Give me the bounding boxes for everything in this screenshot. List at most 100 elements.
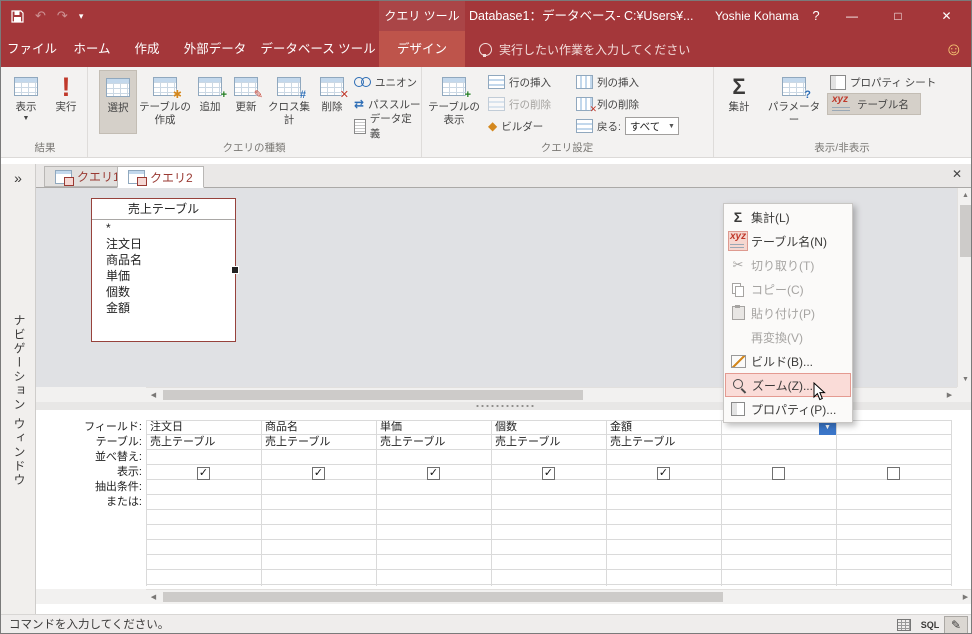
- field-item[interactable]: 商品名: [92, 252, 235, 268]
- show-checkbox[interactable]: [657, 467, 670, 480]
- nav-pane-title[interactable]: ナビゲーション ウィンドウ: [11, 314, 28, 487]
- sql-view-label: SQL: [920, 620, 940, 630]
- table-cell[interactable]: 売上テーブル: [261, 435, 373, 450]
- tab-create[interactable]: 作成: [121, 31, 173, 67]
- redo-icon[interactable]: ↷: [57, 8, 68, 24]
- resize-handle[interactable]: [231, 266, 239, 274]
- menu-item-properties[interactable]: プロパティ(P)...: [725, 397, 851, 421]
- show-checkbox[interactable]: [772, 467, 785, 480]
- table-cell[interactable]: 売上テーブル: [146, 435, 258, 450]
- data-definition-icon: [354, 118, 366, 134]
- tab-external-data[interactable]: 外部データ: [173, 31, 257, 67]
- table-names-icon: [831, 94, 853, 112]
- field-cell[interactable]: 金額: [606, 420, 718, 435]
- table-names-button[interactable]: テーブル名: [827, 93, 921, 115]
- sql-view-button[interactable]: SQL: [918, 616, 942, 633]
- doc-tab-query2[interactable]: クエリ2: [117, 166, 204, 188]
- menu-item-zoom-label: ズーム(Z)...: [752, 378, 813, 393]
- save-icon[interactable]: [11, 9, 24, 23]
- menu-item-table-names[interactable]: テーブル名(N): [725, 229, 851, 253]
- scrollbar-thumb[interactable]: [163, 592, 723, 602]
- append-button[interactable]: + 追加: [193, 70, 227, 134]
- user-account[interactable]: Yoshie Kohama: [715, 1, 799, 31]
- close-document-icon[interactable]: ✕: [952, 167, 962, 181]
- tellme-box[interactable]: 実行したい作業を入力してください: [479, 31, 690, 67]
- scrollbar-thumb[interactable]: [960, 205, 971, 257]
- qat-customize-icon[interactable]: ▾: [79, 11, 84, 22]
- property-sheet-button[interactable]: プロパティ シート: [827, 71, 947, 93]
- field-cell[interactable]: 個数: [491, 420, 603, 435]
- close-button[interactable]: ✕: [921, 1, 971, 31]
- field-item[interactable]: 金額: [92, 300, 235, 316]
- scroll-right-icon[interactable]: ▶: [942, 388, 957, 402]
- delete-columns-button[interactable]: ✕ 列の削除: [573, 93, 659, 115]
- update-button[interactable]: ✎ 更新: [229, 70, 263, 134]
- insert-columns-label: 列の挿入: [597, 76, 639, 89]
- show-checkbox[interactable]: [427, 467, 440, 480]
- crosstab-button[interactable]: # クロス集計: [265, 70, 313, 134]
- delete-query-button[interactable]: ✕ 削除: [315, 70, 349, 134]
- field-item[interactable]: 個数: [92, 284, 235, 300]
- show-table-button[interactable]: + テーブルの表示: [427, 70, 481, 134]
- field-item-star[interactable]: *: [92, 220, 235, 236]
- show-checkbox[interactable]: [197, 467, 210, 480]
- scroll-down-icon[interactable]: ▼: [958, 372, 971, 387]
- select-query-button[interactable]: 選択: [99, 70, 137, 134]
- field-item[interactable]: 単価: [92, 268, 235, 284]
- scroll-left-icon[interactable]: ◀: [146, 388, 161, 402]
- minimize-button[interactable]: —: [829, 1, 875, 31]
- parameters-button[interactable]: ? パラメーター: [763, 70, 825, 134]
- field-cell[interactable]: 商品名: [261, 420, 373, 435]
- table-cell[interactable]: 売上テーブル: [606, 435, 718, 450]
- table-cell[interactable]: 売上テーブル: [376, 435, 488, 450]
- menu-item-zoom[interactable]: ズーム(Z)...: [725, 373, 851, 397]
- navigation-pane-collapsed[interactable]: » ナビゲーション ウィンドウ: [1, 164, 36, 614]
- insert-columns-button[interactable]: 列の挿入: [573, 71, 659, 93]
- return-combobox[interactable]: すべて ▼: [624, 117, 679, 135]
- make-table-button[interactable]: ✱ テーブルの作成: [139, 70, 191, 134]
- field-cell[interactable]: 注文日: [146, 420, 258, 435]
- contextual-tool-label: クエリ ツール: [379, 1, 465, 31]
- scrollbar-thumb[interactable]: [163, 390, 583, 400]
- help-button[interactable]: ?: [801, 1, 831, 31]
- scissors-icon: ✂: [732, 257, 744, 272]
- menu-item-paste: 貼り付け(P): [725, 301, 851, 325]
- update-icon: ✎: [234, 77, 263, 101]
- undo-icon[interactable]: ↶: [35, 8, 46, 24]
- design-view-button[interactable]: ✎: [944, 616, 968, 633]
- show-checkbox[interactable]: [887, 467, 900, 480]
- menu-item-totals[interactable]: Σ 集計(L): [725, 205, 851, 229]
- run-button[interactable]: ! 実行: [47, 70, 85, 134]
- builder-button[interactable]: ◆ ビルダー: [485, 115, 569, 137]
- field-cell[interactable]: 単価: [376, 420, 488, 435]
- datasheet-view-button[interactable]: [892, 616, 916, 633]
- document-tab-bar: クエリ1 クエリ2 ✕: [36, 164, 971, 188]
- design-vertical-scrollbar[interactable]: ▲ ▼: [957, 188, 971, 387]
- insert-rows-button[interactable]: 行の挿入: [485, 71, 569, 93]
- menu-item-build[interactable]: ビルド(B)...: [725, 349, 851, 373]
- menu-item-table-names-label: テーブル名(N): [751, 234, 827, 249]
- scroll-up-icon[interactable]: ▲: [958, 188, 971, 203]
- expand-nav-pane-icon[interactable]: »: [1, 170, 35, 186]
- totals-button[interactable]: Σ 集計: [719, 70, 759, 134]
- tab-database-tools[interactable]: データベース ツール: [257, 31, 379, 67]
- field-list[interactable]: 売上テーブル * 注文日 商品名 単価 個数 金額: [91, 198, 239, 342]
- show-checkbox[interactable]: [542, 467, 555, 480]
- group-query-setup: + テーブルの表示 行の挿入 行の削除 ◆ ビルダー 列の挿入 ✕ 列の削除 戻…: [421, 67, 714, 157]
- feedback-smiley-icon[interactable]: ☺: [945, 31, 963, 67]
- scroll-left-icon[interactable]: ◀: [146, 590, 161, 604]
- show-checkbox[interactable]: [312, 467, 325, 480]
- tab-file[interactable]: ファイル: [1, 31, 63, 67]
- grid-horizontal-scrollbar[interactable]: ◀ ▶: [146, 589, 971, 604]
- datasheet-view-icon: [897, 619, 911, 631]
- table-cell[interactable]: 売上テーブル: [491, 435, 603, 450]
- data-definition-button[interactable]: データ定義: [351, 113, 421, 140]
- view-button[interactable]: 表示 ▼: [7, 70, 45, 134]
- tab-home[interactable]: ホーム: [63, 31, 121, 67]
- field-list-title[interactable]: 売上テーブル: [92, 199, 235, 220]
- union-button[interactable]: ユニオン: [351, 71, 421, 93]
- scroll-right-icon[interactable]: ▶: [958, 590, 971, 604]
- maximize-button[interactable]: □: [875, 1, 921, 31]
- field-item[interactable]: 注文日: [92, 236, 235, 252]
- tab-design[interactable]: デザイン: [379, 31, 465, 67]
